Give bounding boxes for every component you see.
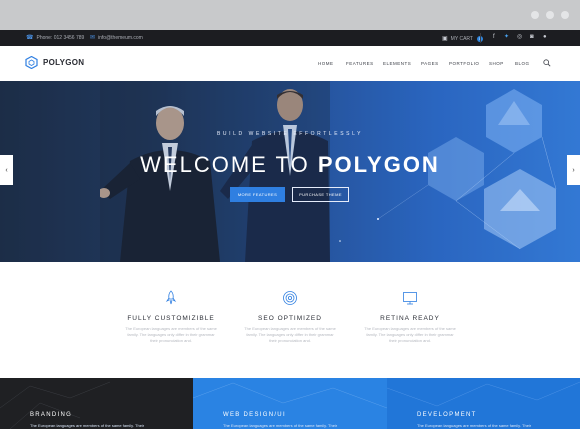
top-bar: ☎ Phone: 012 3456 789 ✉ info@themeum.com… (0, 30, 580, 46)
monitor-icon (403, 292, 417, 305)
tile-text: The European languages are members of th… (223, 423, 338, 428)
hero-kicker: BUILD WEBSITE EFFORTLESSLY (216, 131, 364, 137)
tile-title: BRANDING (30, 412, 73, 418)
nav-elements[interactable]: ELEMENTS (383, 61, 411, 66)
service-tile-web-design[interactable]: WEB DESIGN/UI The European languages are… (193, 378, 387, 429)
tile-title: WEB DESIGN/UI (223, 412, 286, 418)
target-icon (283, 291, 297, 305)
service-tile-branding[interactable]: BRANDING The European languages are memb… (0, 378, 193, 429)
slider-prev-arrow-icon[interactable]: ‹ (0, 155, 13, 185)
instagram-icon[interactable]: ◙ (530, 34, 534, 40)
nav-blog[interactable]: BLOG (515, 61, 530, 66)
feature-description: The European languages are members of th… (125, 326, 217, 343)
nav-home[interactable]: HOME (318, 61, 334, 66)
topbar-divider (480, 33, 481, 43)
search-icon[interactable] (543, 59, 551, 67)
browser-chrome (0, 0, 580, 30)
tile-title: DEVELOPMENT (417, 412, 477, 418)
purchase-theme-button[interactable]: PURCHASE THEME (292, 187, 349, 202)
hero-title: WELCOME TO POLYGON (0, 152, 580, 178)
features-section: FULLY CUSTOMIZIBLE The European language… (0, 262, 580, 378)
feature-title: RETINA READY (380, 315, 440, 322)
polygon-logo-icon (25, 56, 38, 69)
more-features-button[interactable]: MORE FEATURES (230, 187, 285, 202)
feature-title: FULLY CUSTOMIZIBLE (127, 315, 215, 322)
slider-next-arrow-icon[interactable]: › (567, 155, 580, 185)
flickr-icon[interactable]: ● (543, 34, 547, 40)
facebook-icon[interactable]: f (493, 34, 495, 40)
email-icon: ✉ (90, 35, 96, 41)
phone-text: Phone: 012 3456 789 (36, 35, 85, 41)
window-dot-3-icon[interactable] (561, 11, 569, 19)
nav-pages[interactable]: PAGES (421, 61, 439, 66)
nav-portfolio[interactable]: PORTFOLIO (449, 61, 479, 66)
email-text: info@themeum.com (98, 35, 143, 41)
phone-icon: ☎ (26, 35, 34, 41)
hero-slider: BUILD WEBSITE EFFORTLESSLY WELCOME TO PO… (0, 81, 580, 262)
brand-name: POLYGON (43, 58, 85, 67)
feature-description: The European languages are members of th… (364, 326, 456, 343)
tile-lines-decoration (0, 381, 111, 429)
email-contact[interactable]: ✉ info@themeum.com (90, 35, 143, 41)
phone-contact: ☎ Phone: 012 3456 789 (26, 35, 84, 41)
tile-lines-decoration (387, 381, 580, 407)
site-header: POLYGON HOME FEATURES ELEMENTS PAGES POR… (0, 46, 580, 81)
tile-text: The European languages are members of th… (417, 423, 532, 428)
hero-title-prefix: WELCOME TO (140, 152, 310, 177)
brand-logo[interactable]: POLYGON (25, 56, 84, 69)
feature-title: SEO OPTIMIZED (258, 315, 322, 322)
cart-icon: ▣ (442, 36, 448, 42)
tile-text: The European languages are members of th… (30, 423, 145, 428)
nav-features[interactable]: FEATURES (346, 61, 374, 66)
window-dot-2-icon[interactable] (546, 11, 554, 19)
rocket-icon (165, 290, 177, 305)
cart-label: MY CART (450, 35, 473, 42)
hero-title-brand: POLYGON (317, 152, 440, 177)
dribbble-icon[interactable]: ◎ (517, 34, 522, 40)
service-tile-development[interactable]: DEVELOPMENT The European languages are m… (387, 378, 580, 429)
nav-shop[interactable]: SHOP (489, 61, 504, 66)
cart-link[interactable]: ▣ MY CART 0 (442, 35, 483, 42)
feature-description: The European languages are members of th… (244, 326, 336, 343)
twitter-icon[interactable]: ✦ (504, 34, 509, 40)
tile-lines-decoration (193, 382, 387, 409)
window-dot-1-icon[interactable] (531, 11, 539, 19)
